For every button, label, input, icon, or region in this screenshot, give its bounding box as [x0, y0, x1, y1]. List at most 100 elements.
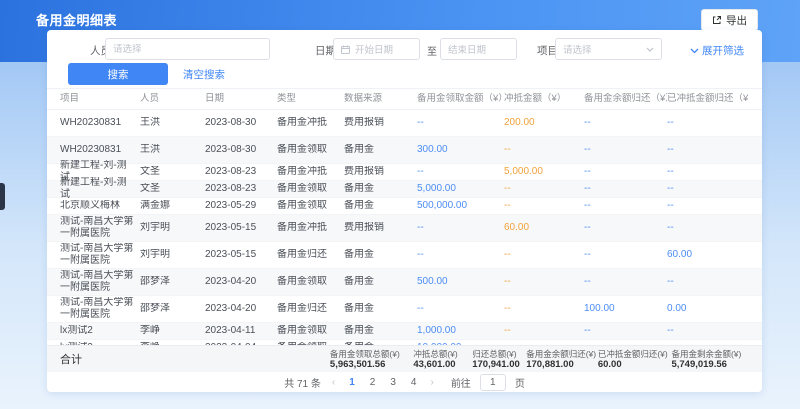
- person-select-input[interactable]: [105, 38, 270, 60]
- cell-person: 李峥: [140, 325, 205, 337]
- cell-project: 新建工程-刘-测试: [60, 177, 140, 201]
- page-number-1[interactable]: 1: [346, 377, 358, 388]
- page-number-3[interactable]: 3: [387, 377, 399, 388]
- table-row: 新建工程-刘-测试文圣2023-08-23备用金冲抵费用报销--5,000.00…: [47, 164, 762, 181]
- prev-page-button[interactable]: ‹: [330, 377, 337, 388]
- table-row: 测试-南昌大学第一附属医院刘宇明2023-05-15备用金归还备用金------…: [47, 242, 762, 269]
- date-end-input[interactable]: 结束日期: [440, 38, 517, 60]
- cell-date: 2023-08-30: [205, 144, 277, 156]
- cell-type: 备用金归还: [277, 303, 344, 315]
- cell-person: 王洪: [140, 144, 205, 156]
- cell-offset: --: [504, 276, 584, 288]
- cell-project: 北京顺义梅林: [60, 200, 140, 212]
- project-placeholder: 请选择: [563, 42, 592, 56]
- summary-stat-label: 备用金领取总额(¥): [330, 349, 413, 359]
- summary-stat-value: 43,601.00: [413, 359, 472, 370]
- cell-offset_return: --: [667, 276, 749, 288]
- cell-project: lx测试2: [60, 325, 140, 337]
- goto-page-suffix: 页: [515, 375, 525, 390]
- table-row: WH20230831王洪2023-08-30备用金领取备用金300.00----…: [47, 137, 762, 164]
- column-header: 数据来源: [344, 93, 417, 105]
- cell-offset: --: [504, 144, 584, 156]
- cell-balance_return: --: [584, 325, 667, 337]
- cell-receive: --: [417, 249, 504, 261]
- column-header: 类型: [277, 93, 344, 105]
- cell-receive: --: [417, 222, 504, 234]
- cell-source: 备用金: [344, 200, 417, 212]
- page-number-4[interactable]: 4: [408, 377, 420, 388]
- person-input[interactable]: [113, 44, 262, 55]
- date-start-placeholder: 开始日期: [355, 42, 393, 56]
- export-icon: [712, 15, 722, 25]
- cell-receive: 500.00: [417, 276, 504, 288]
- summary-stat-value: 60.00: [598, 359, 672, 370]
- cell-source: 备用金: [344, 144, 417, 156]
- cell-person: 刘宇明: [140, 222, 205, 234]
- filter-bar: 人员 日期 开始日期 至 结束日期 项目 请选择 展开筛选: [47, 38, 762, 62]
- goto-page-prefix: 前往: [451, 375, 471, 390]
- cell-type: 备用金领取: [277, 276, 344, 288]
- summary-stat-value: 170,941.00: [472, 359, 526, 370]
- summary-stat-value: 170,881.00: [526, 359, 598, 370]
- cell-project: 测试-南昌大学第一附属医院: [60, 216, 140, 240]
- clear-search-button[interactable]: 清空搜索: [183, 67, 225, 82]
- cell-balance_return: --: [584, 183, 667, 195]
- cell-offset: --: [504, 183, 584, 195]
- page-number-2[interactable]: 2: [367, 377, 379, 388]
- cell-offset_return: 60.00: [667, 249, 749, 261]
- expand-filters-link[interactable]: 展开筛选: [690, 43, 744, 58]
- action-bar: 搜索 清空搜索: [47, 63, 762, 86]
- cell-balance_return: --: [584, 200, 667, 212]
- cell-balance_return: --: [584, 249, 667, 261]
- cell-receive: 300.00: [417, 144, 504, 156]
- summary-stat: 备用金余额归还(¥)170,881.00: [526, 349, 598, 370]
- next-page-button[interactable]: ›: [428, 377, 435, 388]
- cell-balance_return: 100.00: [584, 303, 667, 315]
- cell-offset: 60.00: [504, 222, 584, 234]
- cell-source: 备用金: [344, 303, 417, 315]
- search-button[interactable]: 搜索: [68, 63, 168, 85]
- summary-row: 合计 备用金领取总额(¥)5,963,501.56冲抵总额(¥)43,601.0…: [47, 345, 762, 372]
- cell-receive: --: [417, 117, 504, 129]
- cell-person: 文圣: [140, 183, 205, 195]
- cell-source: 费用报销: [344, 117, 417, 129]
- summary-stat: 备用金剩余金额(¥)5,749,019.56: [671, 349, 749, 370]
- cell-receive: --: [417, 303, 504, 315]
- cell-date: 2023-08-30: [205, 117, 277, 129]
- collapsed-drawer-handle[interactable]: [0, 183, 5, 210]
- cell-person: 邵梦泽: [140, 276, 205, 288]
- cell-type: 备用金冲抵: [277, 117, 344, 129]
- goto-page-input[interactable]: [480, 374, 506, 391]
- export-button[interactable]: 导出: [701, 9, 758, 31]
- cell-project: 测试-南昌大学第一附属医院: [60, 270, 140, 294]
- cell-project: WH20230831: [60, 144, 140, 156]
- cell-offset_return: --: [667, 144, 749, 156]
- cell-date: 2023-04-20: [205, 276, 277, 288]
- column-header: 已冲抵金额归还（¥）: [667, 93, 749, 105]
- cell-person: 刘宇明: [140, 249, 205, 261]
- cell-offset: 200.00: [504, 117, 584, 129]
- cell-receive: --: [417, 166, 504, 178]
- cell-source: 费用报销: [344, 166, 417, 178]
- cell-type: 备用金领取: [277, 144, 344, 156]
- cell-balance_return: --: [584, 117, 667, 129]
- column-header: 日期: [205, 93, 277, 105]
- cell-date: 2023-04-11: [205, 325, 277, 337]
- summary-total-label: 合计: [60, 351, 330, 367]
- summary-stat: 归还总额(¥)170,941.00: [472, 349, 526, 370]
- column-header: 冲抵金额（¥）: [504, 93, 584, 105]
- cell-type: 备用金领取: [277, 183, 344, 195]
- cell-offset: --: [504, 303, 584, 315]
- table-row: 测试-南昌大学第一附属医院邵梦泽2023-04-20备用金归还备用金----10…: [47, 296, 762, 323]
- expand-chevron-icon: [690, 48, 699, 54]
- cell-offset_return: --: [667, 222, 749, 234]
- project-select[interactable]: 请选择: [555, 38, 662, 60]
- cell-balance_return: --: [584, 144, 667, 156]
- cell-project: 测试-南昌大学第一附属医院: [60, 297, 140, 321]
- cell-offset_return: 0.00: [667, 303, 749, 315]
- table-header-row: 项目人员日期类型数据来源备用金领取金额（¥）冲抵金额（¥）备用金余额归还（¥）已…: [47, 88, 762, 110]
- cell-date: 2023-05-15: [205, 249, 277, 261]
- cell-offset_return: --: [667, 183, 749, 195]
- cell-type: 备用金冲抵: [277, 166, 344, 178]
- date-start-input[interactable]: 开始日期: [333, 38, 420, 60]
